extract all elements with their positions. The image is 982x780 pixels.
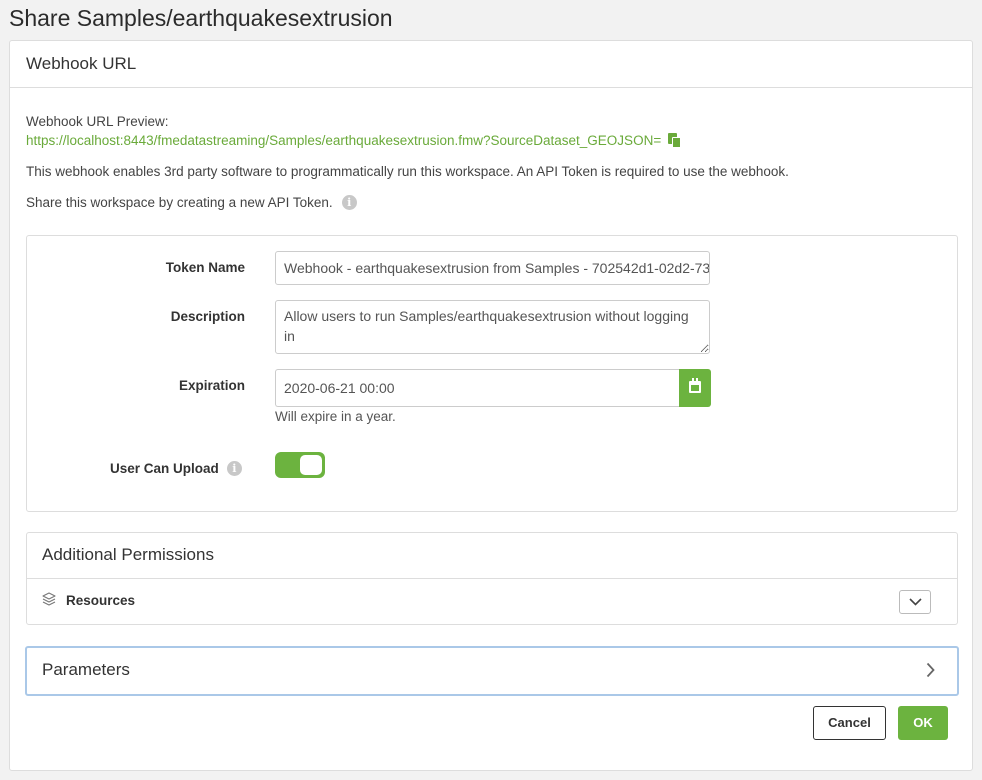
expiration-hint: Will expire in a year. [275, 409, 396, 424]
user-can-upload-toggle[interactable] [275, 452, 325, 478]
parameters-panel[interactable]: Parameters [25, 646, 959, 696]
user-can-upload-row: User Can Upload i [110, 461, 242, 476]
webhook-description: This webhook enables 3rd party software … [26, 164, 789, 179]
parameters-label: Parameters [42, 660, 130, 679]
expiration-label: Expiration [178, 378, 245, 393]
cancel-button[interactable]: Cancel [813, 706, 886, 740]
page-title: Share Samples/earthquakesextrusion [9, 5, 393, 31]
calendar-button[interactable] [679, 369, 711, 407]
webhook-preview-label: Webhook URL Preview: [26, 114, 169, 129]
resources-label: Resources [66, 593, 136, 608]
chevron-down-icon [909, 598, 922, 606]
copy-icon[interactable] [668, 133, 682, 148]
info-icon[interactable]: i [341, 195, 357, 210]
layers-icon [42, 592, 56, 606]
user-can-upload-label: User Can Upload [110, 461, 219, 476]
share-instructions-row: Share this workspace by creating a new A… [26, 195, 357, 210]
token-name-label: Token Name [165, 260, 245, 275]
additional-permissions-panel: Additional Permissions Resources [26, 532, 958, 625]
description-label: Description [170, 309, 245, 324]
ok-button[interactable]: OK [898, 706, 948, 740]
webhook-preview-url[interactable]: https://localhost:8443/fmedatastreaming/… [26, 133, 661, 148]
token-form: Token Name Webhook - earthquakesextrusio… [26, 235, 958, 512]
chevron-right-icon [926, 662, 935, 678]
webhook-section-title: Webhook URL [10, 41, 972, 88]
share-panel: Webhook URL Webhook URL Preview: https:/… [9, 40, 973, 771]
share-instructions: Share this workspace by creating a new A… [26, 195, 333, 210]
resources-row[interactable]: Resources [27, 579, 957, 624]
webhook-preview-url-row: https://localhost:8443/fmedatastreaming/… [26, 133, 682, 148]
calendar-icon [689, 378, 701, 393]
toggle-knob [300, 455, 322, 475]
description-textarea[interactable]: Allow users to run Samples/earthquakesex… [275, 300, 710, 354]
resources-expand-button[interactable] [899, 590, 931, 614]
additional-permissions-title: Additional Permissions [27, 533, 957, 579]
token-name-input[interactable]: Webhook - earthquakesextrusion from Samp… [275, 251, 710, 285]
expiration-input[interactable]: 2020-06-21 00:00 [275, 369, 679, 407]
info-icon[interactable]: i [226, 461, 242, 476]
